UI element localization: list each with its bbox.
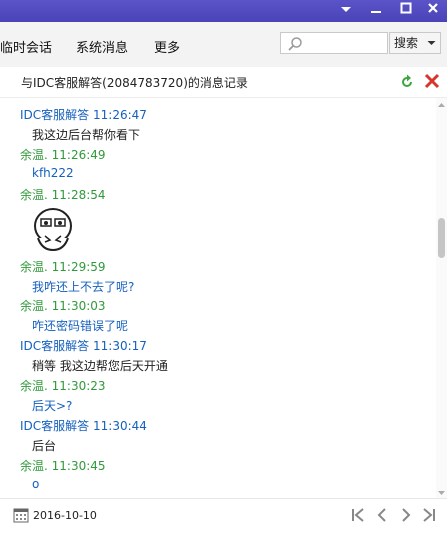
search-input[interactable] [280, 32, 388, 54]
message-sender: IDC客服解答 11:30:44 [20, 419, 147, 433]
next-page-icon[interactable] [395, 503, 417, 527]
message-text: kfh222 [32, 166, 74, 180]
minimize-icon[interactable] [362, 0, 390, 22]
search-button-label: 搜索 [394, 36, 419, 50]
message-text: 后天>? [32, 399, 73, 413]
tab-more[interactable]: 更多 [154, 37, 180, 56]
message-sender: 余温. 11:30:03 [20, 299, 106, 313]
meme-face-icon[interactable] [28, 206, 78, 255]
search-button[interactable]: 搜索 [389, 32, 441, 54]
message-text: 稍等 我这边帮您后天开通 [32, 359, 168, 373]
history-title: 与IDC客服解答(2084783720)的消息记录 [21, 76, 248, 90]
refresh-icon[interactable] [398, 73, 416, 94]
scrollbar[interactable] [436, 98, 447, 498]
tab-temp-session[interactable]: 临时会话 [0, 37, 52, 56]
tab-system-messages[interactable]: 系统消息 [76, 37, 128, 56]
message-list: IDC客服解答 11:26:47 我这边后台帮你看下 余温. 11:26:49 … [0, 98, 436, 498]
first-page-icon[interactable] [347, 503, 369, 527]
search-icon [288, 37, 302, 51]
last-page-icon[interactable] [418, 503, 440, 527]
message-text: 咋还密码错误了呢 [32, 319, 129, 333]
message-text: 我这边后台帮你看下 [32, 128, 141, 142]
footer-bar: 2016-10-10 [0, 498, 447, 534]
delete-icon[interactable] [424, 73, 440, 92]
title-bar [0, 0, 447, 22]
message-text: 我咋还上不去了呢? [32, 280, 135, 294]
message-text: 后台 [32, 439, 57, 453]
scroll-down-arrow[interactable] [436, 486, 447, 496]
history-header: 与IDC客服解答(2084783720)的消息记录 [0, 67, 447, 98]
message-sender: 余温. 11:30:23 [20, 379, 106, 393]
calendar-icon[interactable] [13, 507, 29, 526]
message-text: o [32, 477, 40, 491]
maximize-icon[interactable] [392, 0, 420, 22]
message-sender: IDC客服解答 11:26:47 [20, 108, 147, 122]
scroll-up-arrow[interactable] [436, 98, 447, 108]
message-sender: 余温. 11:29:59 [20, 260, 106, 274]
scroll-thumb[interactable] [438, 218, 445, 258]
message-sender: 余温. 11:26:49 [20, 148, 106, 162]
message-sender: 余温. 11:28:54 [20, 188, 106, 202]
prev-page-icon[interactable] [371, 503, 393, 527]
message-sender: IDC客服解答 11:30:17 [20, 339, 147, 353]
chevron-down-icon[interactable] [427, 33, 436, 61]
message-sender: 余温. 11:30:45 [20, 459, 106, 473]
date-display[interactable]: 2016-10-10 [33, 509, 97, 522]
menu-dropdown-icon[interactable] [332, 0, 360, 22]
close-icon[interactable] [419, 0, 447, 22]
